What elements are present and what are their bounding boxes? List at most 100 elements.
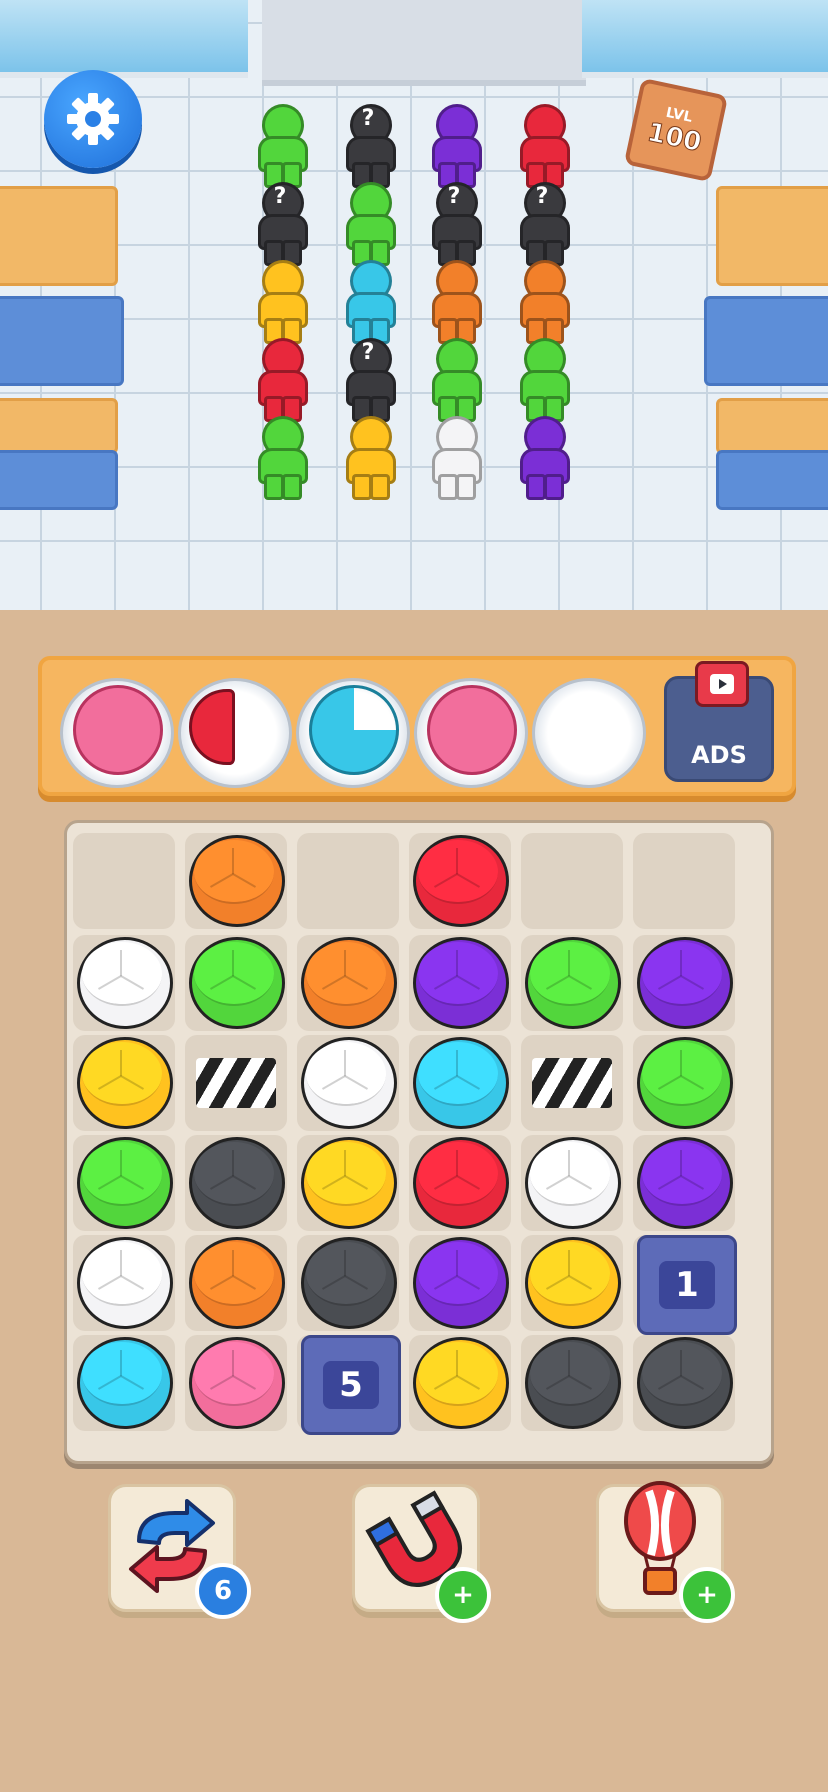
counter-right-low xyxy=(716,398,828,454)
cake-purple[interactable] xyxy=(637,937,733,1029)
ads-button[interactable]: ADS xyxy=(664,661,774,782)
cake-cyan[interactable] xyxy=(413,1037,509,1129)
board-cell[interactable]: 1 xyxy=(633,1235,737,1335)
board-cell[interactable] xyxy=(521,935,623,1031)
board-cell[interactable] xyxy=(521,1335,623,1431)
board-cell[interactable] xyxy=(185,833,287,929)
customer-green xyxy=(338,182,398,266)
board-cell[interactable] xyxy=(633,935,735,1031)
gear-icon xyxy=(67,93,119,145)
cake-yellow[interactable] xyxy=(77,1037,173,1129)
magnet-powerup-button[interactable]: + xyxy=(352,1484,491,1623)
board-cell[interactable] xyxy=(73,1035,175,1131)
board-cell[interactable] xyxy=(409,1035,511,1131)
board-cell[interactable] xyxy=(73,935,175,1031)
mystery-customer: ? xyxy=(250,182,310,266)
customer-green xyxy=(250,416,310,500)
cake-charcoal[interactable] xyxy=(189,1137,285,1229)
cake-red[interactable] xyxy=(413,835,509,927)
cake-red[interactable] xyxy=(413,1137,509,1229)
board-cell[interactable] xyxy=(409,1235,511,1331)
counter-left-mid xyxy=(0,296,124,386)
cake-green[interactable] xyxy=(525,937,621,1029)
customer-red xyxy=(512,104,572,188)
customer-green xyxy=(250,104,310,188)
cake-purple[interactable] xyxy=(413,937,509,1029)
cake-board: 15 xyxy=(64,820,774,1464)
magnet-add-badge[interactable]: + xyxy=(435,1567,491,1623)
cake-purple[interactable] xyxy=(413,1237,509,1329)
cake-white[interactable] xyxy=(77,1237,173,1329)
box-count: 1 xyxy=(659,1261,715,1309)
board-cell[interactable] xyxy=(185,1335,287,1431)
board-cell[interactable] xyxy=(633,1335,735,1431)
board-cell[interactable]: 5 xyxy=(297,1335,401,1435)
board-cell[interactable] xyxy=(73,833,175,929)
cake-charcoal[interactable] xyxy=(637,1337,733,1429)
mystery-customer: ? xyxy=(338,338,398,422)
game-scene: LVL 100 ????? xyxy=(0,0,828,610)
board-cell[interactable] xyxy=(185,1135,287,1231)
cake-charcoal[interactable] xyxy=(301,1237,397,1329)
customer-red xyxy=(250,338,310,422)
shuffle-count: 6 xyxy=(213,1576,233,1606)
cake-green[interactable] xyxy=(189,937,285,1029)
board-cell[interactable] xyxy=(297,1135,399,1231)
settings-button[interactable] xyxy=(44,70,142,168)
board-cell[interactable] xyxy=(297,833,399,929)
balloon-powerup-button[interactable]: + xyxy=(596,1481,735,1623)
counter-left-bottom xyxy=(0,450,118,510)
customer-yellow xyxy=(250,260,310,344)
cake-charcoal[interactable] xyxy=(525,1337,621,1429)
level-number: 100 xyxy=(644,117,705,159)
cake-green[interactable] xyxy=(77,1137,173,1229)
cake-purple[interactable] xyxy=(637,1137,733,1229)
cake-green[interactable] xyxy=(637,1037,733,1129)
board-cell[interactable] xyxy=(521,1035,623,1131)
board-cell[interactable] xyxy=(185,935,287,1031)
cake-orange[interactable] xyxy=(189,835,285,927)
board-cell[interactable] xyxy=(73,1335,175,1431)
board-cell[interactable] xyxy=(521,1235,623,1331)
board-cell[interactable] xyxy=(73,1135,175,1231)
cake-white[interactable] xyxy=(301,1037,397,1129)
plate-cake-pink xyxy=(427,685,517,775)
board-cell[interactable] xyxy=(409,1335,511,1431)
counter-left-top xyxy=(0,186,118,286)
level-badge: LVL 100 xyxy=(623,77,729,183)
customer-orange xyxy=(512,260,572,344)
cake-yellow[interactable] xyxy=(413,1337,509,1429)
board-cell[interactable] xyxy=(409,1135,511,1231)
shuffle-powerup-button[interactable]: 6 xyxy=(108,1484,251,1619)
plate-slot xyxy=(178,678,292,788)
board-cell[interactable] xyxy=(297,935,399,1031)
board-cell[interactable] xyxy=(633,1035,735,1131)
board-cell[interactable] xyxy=(185,1035,287,1131)
cake-yellow[interactable] xyxy=(525,1237,621,1329)
cake-white[interactable] xyxy=(77,937,173,1029)
cake-orange[interactable] xyxy=(301,937,397,1029)
question-mark-icon: ? xyxy=(273,184,287,209)
plate-slot xyxy=(532,678,646,788)
board-cell[interactable] xyxy=(185,1235,287,1331)
board-cell[interactable] xyxy=(73,1235,175,1331)
balloon-add-badge[interactable]: + xyxy=(679,1567,735,1623)
cake-orange[interactable] xyxy=(189,1237,285,1329)
board-cell[interactable] xyxy=(633,833,735,929)
cake-yellow[interactable] xyxy=(301,1137,397,1229)
board-cell[interactable] xyxy=(409,833,511,929)
board-cell[interactable] xyxy=(521,1135,623,1231)
plate-cake-slice-red xyxy=(189,689,235,765)
board-cell[interactable] xyxy=(409,935,511,1031)
counter-right-top xyxy=(716,186,828,286)
locked-box: 5 xyxy=(301,1335,401,1435)
cake-white[interactable] xyxy=(525,1137,621,1229)
cake-pink[interactable] xyxy=(189,1337,285,1429)
board-cell[interactable] xyxy=(297,1235,399,1331)
board-cell[interactable] xyxy=(633,1135,735,1231)
customer-purple xyxy=(424,104,484,188)
board-cell[interactable] xyxy=(297,1035,399,1131)
cake-cyan[interactable] xyxy=(77,1337,173,1429)
board-cell[interactable] xyxy=(521,833,623,929)
mystery-customer: ? xyxy=(424,182,484,266)
